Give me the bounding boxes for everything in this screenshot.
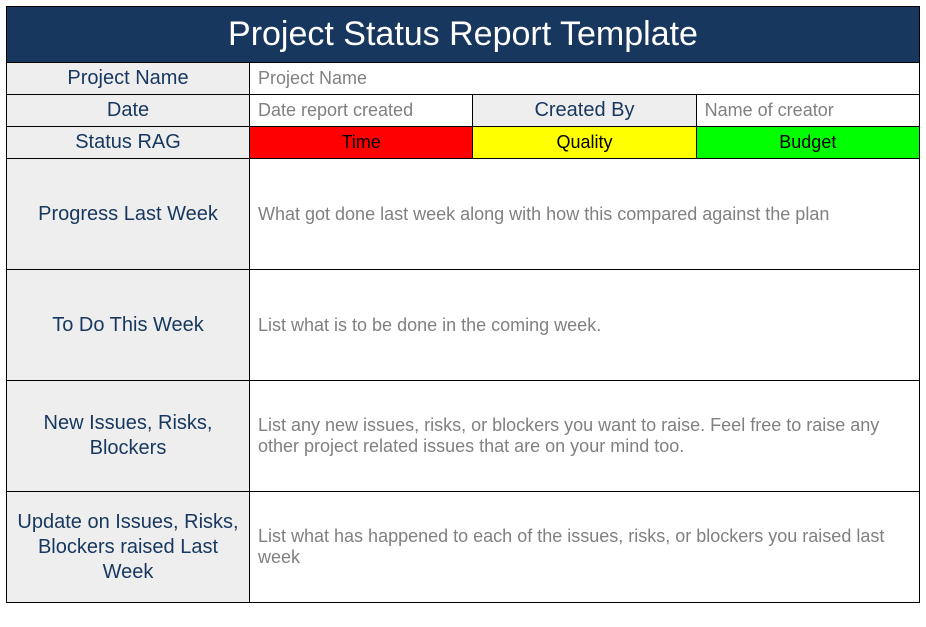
date-row: Date Date report created Created By Name… (7, 95, 919, 127)
rag-budget-cell[interactable]: Budget (697, 127, 919, 158)
project-name-label: Project Name (7, 63, 250, 94)
status-rag-label: Status RAG (7, 127, 250, 158)
todo-label: To Do This Week (7, 270, 250, 380)
rag-quality-cell[interactable]: Quality (473, 127, 696, 158)
date-label: Date (7, 95, 250, 126)
project-name-input[interactable]: Project Name (250, 63, 919, 94)
todo-input[interactable]: List what is to be done in the coming we… (250, 270, 919, 380)
report-title: Project Status Report Template (7, 7, 919, 63)
progress-label: Progress Last Week (7, 159, 250, 269)
update-issues-input[interactable]: List what has happened to each of the is… (250, 492, 919, 602)
new-issues-row: New Issues, Risks, Blockers List any new… (7, 381, 919, 492)
status-report-table: Project Status Report Template Project N… (6, 6, 920, 603)
rag-time-cell[interactable]: Time (250, 127, 473, 158)
progress-row: Progress Last Week What got done last we… (7, 159, 919, 270)
created-by-label: Created By (473, 95, 696, 126)
new-issues-label: New Issues, Risks, Blockers (7, 381, 250, 491)
todo-row: To Do This Week List what is to be done … (7, 270, 919, 381)
update-issues-row: Update on Issues, Risks, Blockers raised… (7, 492, 919, 602)
status-rag-row: Status RAG Time Quality Budget (7, 127, 919, 159)
creator-input[interactable]: Name of creator (697, 95, 919, 126)
date-input[interactable]: Date report created (250, 95, 473, 126)
new-issues-input[interactable]: List any new issues, risks, or blockers … (250, 381, 919, 491)
project-name-row: Project Name Project Name (7, 63, 919, 95)
progress-input[interactable]: What got done last week along with how t… (250, 159, 919, 269)
update-issues-label: Update on Issues, Risks, Blockers raised… (7, 492, 250, 602)
